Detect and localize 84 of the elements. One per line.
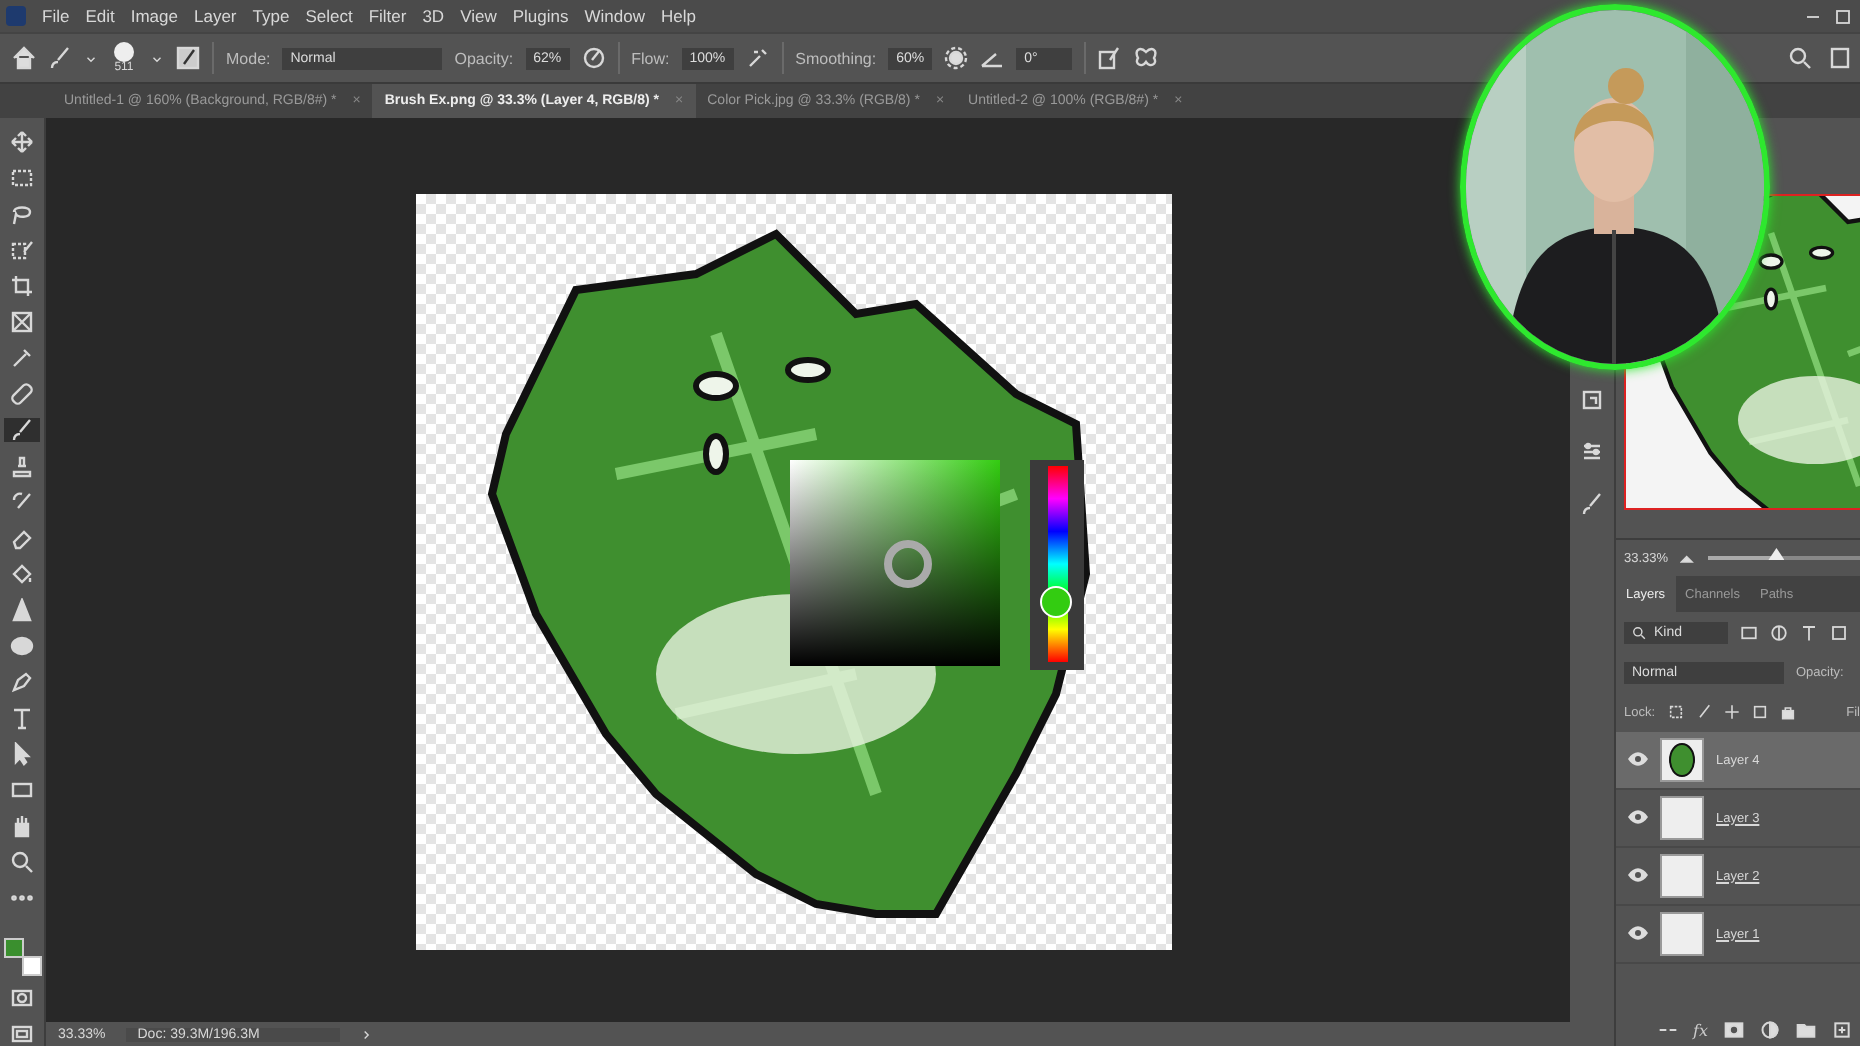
butterfly-icon[interactable]	[1134, 46, 1159, 70]
pressure-size-icon[interactable]	[1098, 46, 1123, 70]
menu-item[interactable]: Edit	[85, 6, 115, 26]
image-filter-icon[interactable]	[1740, 623, 1758, 641]
pressure-icon[interactable]	[581, 46, 606, 70]
lock-move-icon[interactable]	[1723, 704, 1740, 720]
shape-filter-icon[interactable]	[1830, 623, 1848, 641]
foreground-color-swatch[interactable]	[4, 938, 24, 958]
selection-icon	[10, 238, 34, 262]
menu-item[interactable]: Filter	[368, 6, 407, 26]
hue-slider[interactable]	[1030, 460, 1084, 670]
mode-label: Mode:	[226, 49, 271, 67]
document-canvas[interactable]	[416, 194, 1172, 950]
rectangle-icon	[10, 778, 34, 802]
folder-icon[interactable]	[1796, 1020, 1816, 1040]
menu-item[interactable]: Help	[660, 6, 696, 26]
history-panel-icon[interactable]	[1580, 388, 1604, 412]
adjustments-icon[interactable]	[1580, 440, 1604, 464]
adjustment-icon[interactable]	[1760, 1020, 1780, 1040]
type-filter-icon[interactable]	[1800, 623, 1818, 641]
crop-icon	[10, 274, 34, 298]
brush-icon[interactable]	[48, 46, 72, 70]
eyedropper-icon	[10, 346, 34, 370]
flow-label: Flow:	[631, 49, 670, 67]
airbrush-icon[interactable]	[745, 46, 770, 70]
menu-item[interactable]: 3D	[422, 6, 445, 26]
eye-icon[interactable]	[1628, 925, 1648, 939]
frame-icon	[10, 310, 34, 334]
bandage-icon	[10, 382, 34, 406]
brush-icon	[10, 418, 34, 442]
history-brush-icon	[10, 490, 34, 514]
hand-icon	[10, 814, 34, 838]
menu-item[interactable]: Window	[584, 6, 645, 26]
quick-mask-icon[interactable]	[10, 986, 34, 1010]
background-color-swatch[interactable]	[22, 956, 42, 976]
panel-icon[interactable]	[1828, 46, 1852, 70]
stamp-icon	[10, 454, 34, 478]
eye-icon[interactable]	[1628, 809, 1648, 823]
layer-thumbnail	[1660, 912, 1704, 956]
tool-button[interactable]	[4, 418, 40, 442]
chevron-icon[interactable]	[359, 1028, 374, 1042]
move-icon	[10, 130, 34, 154]
blob-icon	[10, 634, 34, 658]
adjustment-filter-icon[interactable]	[1770, 623, 1788, 641]
mask-icon[interactable]	[1724, 1020, 1744, 1040]
zoom-out-icon[interactable]	[1680, 550, 1697, 566]
layer-thumbnail	[1660, 854, 1704, 898]
menu-item[interactable]: Image	[130, 6, 178, 26]
brush-panel-icon[interactable]	[1580, 492, 1604, 516]
lock-pixels-icon[interactable]	[1667, 704, 1684, 720]
zoom-icon	[10, 850, 34, 874]
menu-item[interactable]: Type	[252, 6, 290, 26]
brush-settings-icon[interactable]	[176, 46, 200, 70]
home-icon[interactable]	[12, 46, 36, 70]
eye-icon[interactable]	[1628, 867, 1648, 881]
new-layer-icon[interactable]	[1832, 1020, 1852, 1040]
screen-mode-icon[interactable]	[10, 1022, 34, 1046]
type-icon	[10, 706, 34, 730]
layer-thumbnail	[1660, 796, 1704, 840]
menu-item[interactable]: Layer	[193, 6, 237, 26]
eye-icon[interactable]	[1628, 751, 1648, 765]
smoothing-label: Smoothing:	[795, 49, 877, 67]
opacity-label: Opacity:	[454, 49, 514, 67]
menu-item[interactable]: View	[460, 6, 497, 26]
menu-item[interactable]: Plugins	[512, 6, 569, 26]
color-square[interactable]	[790, 460, 1000, 666]
search-icon	[1632, 625, 1646, 639]
brush-preview-icon[interactable]	[114, 42, 134, 62]
marquee-icon	[10, 166, 34, 190]
gear-icon[interactable]	[944, 46, 969, 70]
lock-artboard-icon[interactable]	[1751, 704, 1768, 720]
ring-cursor-icon	[882, 538, 934, 590]
bucket-icon	[10, 562, 34, 586]
layer-style-button[interactable]: fx	[1693, 1021, 1708, 1039]
pen-icon	[10, 670, 34, 694]
search-icon[interactable]	[1788, 46, 1812, 70]
menu-item[interactable]: File	[42, 6, 70, 26]
menu-item[interactable]: Select	[305, 6, 353, 26]
lasso-icon	[10, 202, 34, 226]
layer-thumbnail	[1660, 738, 1704, 782]
eraser-icon	[10, 526, 34, 550]
lock-icon[interactable]	[1779, 704, 1796, 720]
maximize-icon[interactable]	[1834, 7, 1852, 25]
pointer-icon	[10, 742, 34, 766]
